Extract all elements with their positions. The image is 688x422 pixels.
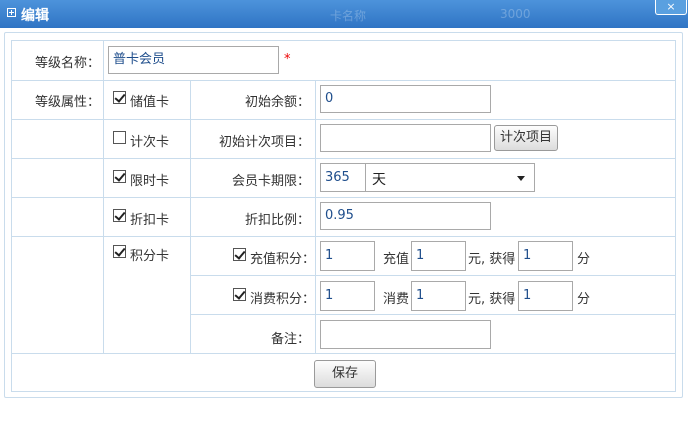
recharge-text: 充值: [383, 252, 410, 267]
required-mark: *: [284, 52, 291, 67]
points-unit-text: 分: [577, 292, 591, 307]
row-divider: [12, 119, 675, 120]
discount-ratio-input[interactable]: 0.95: [320, 202, 491, 230]
column-divider: [103, 41, 104, 353]
initial-balance-input[interactable]: 0: [320, 85, 491, 113]
consume-points-label: 消费积分：: [250, 292, 316, 307]
recharge-points-label: 充值积分：: [250, 252, 316, 267]
consume-points-checkbox[interactable]: [233, 288, 246, 301]
row-divider: [190, 314, 675, 315]
background-ghost-text: 卡名称: [330, 9, 367, 23]
time-limited-checkbox[interactable]: [113, 170, 126, 183]
yuan-get-text: 元, 获得: [468, 252, 516, 267]
column-divider: [190, 81, 191, 353]
row-divider: [12, 197, 675, 198]
points-card-label: 积分卡: [130, 249, 170, 264]
consume-reward-points-input[interactable]: 1: [518, 281, 573, 311]
consume-points-input[interactable]: 1: [320, 281, 375, 311]
validity-days-input[interactable]: 365: [320, 163, 366, 192]
level-name-label: 等级名称：: [34, 56, 100, 71]
validity-unit-value: 天: [372, 172, 386, 188]
points-card-checkbox[interactable]: [113, 245, 126, 258]
close-icon: ×: [666, 0, 676, 13]
remark-label: 备注：: [270, 332, 310, 347]
background-ghost-text: 3000: [500, 7, 531, 21]
row-divider: [12, 353, 675, 354]
dialog-titlebar[interactable]: 编辑 卡名称 3000: [0, 0, 688, 28]
column-divider: [315, 81, 316, 353]
row-divider: [12, 158, 675, 159]
remark-input[interactable]: [320, 320, 491, 349]
window-icon: [7, 8, 16, 17]
recharge-points-checkbox[interactable]: [233, 248, 246, 261]
close-button[interactable]: ×: [655, 0, 687, 15]
initial-count-items-input[interactable]: [320, 124, 491, 152]
row-divider: [190, 275, 675, 276]
consume-amount-input[interactable]: 1: [411, 281, 466, 311]
level-name-input[interactable]: 普卡会员: [108, 46, 279, 74]
count-card-checkbox[interactable]: [113, 131, 126, 144]
initial-count-items-label: 初始计次项目：: [218, 135, 310, 150]
level-attributes-label: 等级属性：: [34, 95, 100, 110]
row-divider: [12, 80, 675, 81]
row-divider: [12, 236, 675, 237]
count-card-label: 计次卡: [130, 135, 170, 150]
points-unit-text: 分: [577, 252, 591, 267]
save-button[interactable]: 保存: [314, 360, 376, 388]
yuan-get-text: 元, 获得: [468, 292, 516, 307]
dialog-title: 编辑: [21, 8, 49, 24]
discount-card-label: 折扣卡: [130, 213, 170, 228]
time-limited-label: 限时卡: [130, 174, 170, 189]
discount-card-checkbox[interactable]: [113, 209, 126, 222]
stored-value-label: 储值卡: [130, 95, 170, 110]
recharge-points-input[interactable]: 1: [320, 241, 375, 271]
initial-balance-label: 初始余额：: [244, 95, 310, 110]
chevron-down-icon: [517, 176, 525, 181]
stored-value-checkbox[interactable]: [113, 91, 126, 104]
validity-label: 会员卡期限：: [231, 174, 310, 189]
validity-unit-select[interactable]: 天: [365, 163, 535, 192]
discount-ratio-label: 折扣比例：: [244, 213, 310, 228]
count-items-button[interactable]: 计次项目: [494, 125, 558, 151]
consume-text: 消费: [383, 292, 410, 307]
recharge-amount-input[interactable]: 1: [411, 241, 466, 271]
recharge-reward-points-input[interactable]: 1: [518, 241, 573, 271]
